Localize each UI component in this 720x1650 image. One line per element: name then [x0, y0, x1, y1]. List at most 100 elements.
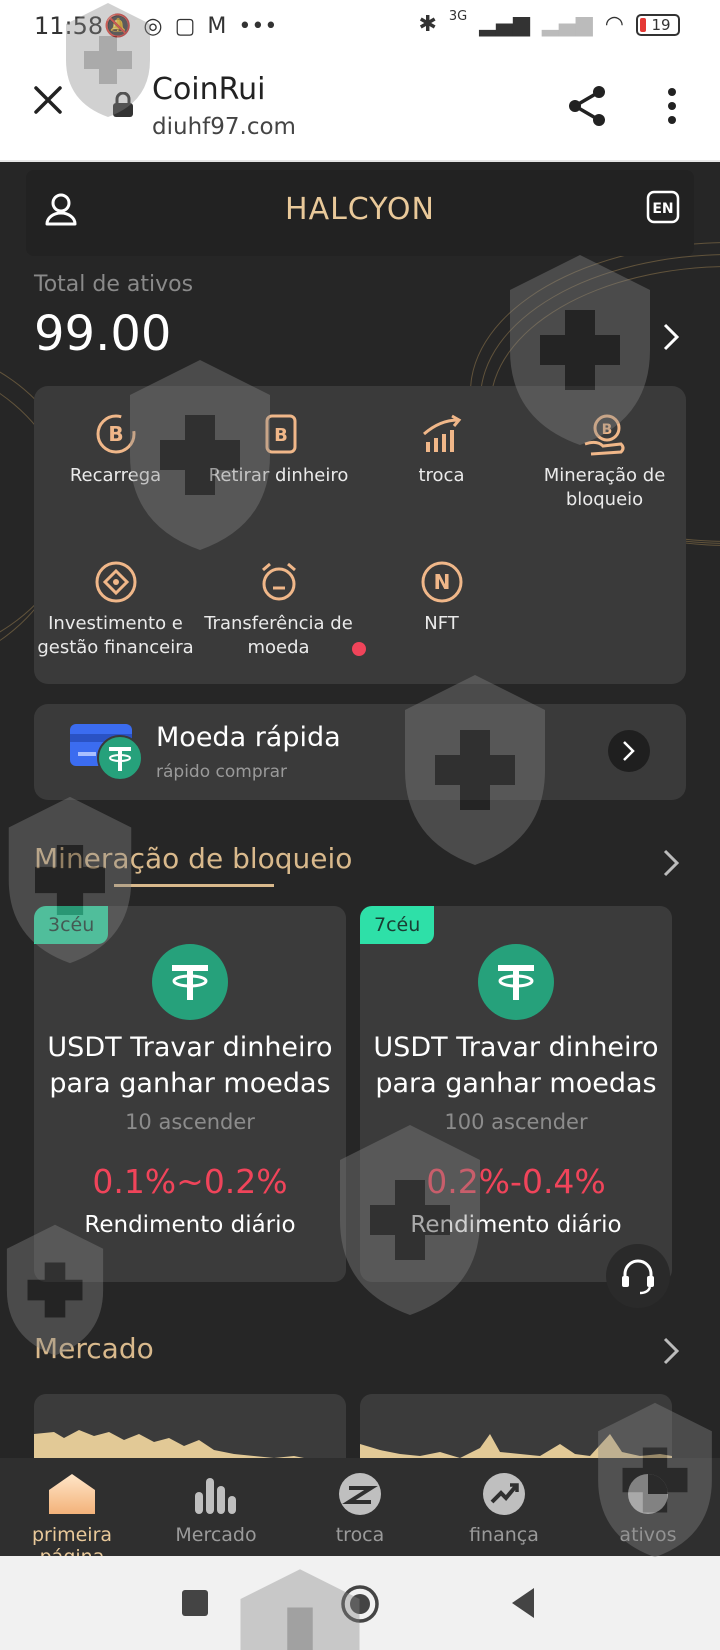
- signal-2-icon: ▂▄▆: [542, 12, 593, 37]
- card-tether-icon: [70, 724, 143, 781]
- tab-label: Mercado: [175, 1524, 257, 1546]
- action-label: NFT: [424, 613, 459, 634]
- battery-level: 19: [651, 15, 671, 34]
- status-time: 11:58: [34, 12, 104, 40]
- action-lock-mining[interactable]: B Mineração de bloqueio: [523, 410, 686, 512]
- mining-section-title: Mineração de bloqueio: [34, 842, 353, 875]
- svg-text:B: B: [274, 425, 288, 446]
- app-content: HALCYON EN Total de ativos 99.00 B Recar…: [0, 162, 720, 1458]
- market-chart-card[interactable]: [360, 1394, 672, 1458]
- whatsapp-icon: ◎: [143, 14, 163, 39]
- more-notifications-icon: •••: [238, 14, 278, 39]
- pie-chart-icon: [628, 1474, 668, 1514]
- svg-text:B: B: [601, 422, 612, 438]
- home-icon: [49, 1474, 95, 1514]
- app-header: HALCYON EN: [26, 170, 694, 256]
- svg-text:N: N: [433, 570, 450, 594]
- back-icon[interactable]: [508, 1586, 538, 1620]
- action-investment[interactable]: Investimento e gestão financeira: [34, 558, 197, 660]
- customer-support-button[interactable]: [606, 1244, 670, 1308]
- bell-off-icon: 🔕: [104, 14, 132, 39]
- mining-card-tag: 7céu: [360, 906, 435, 944]
- language-switch-icon[interactable]: EN: [646, 190, 680, 224]
- wifi-icon: ◠: [604, 12, 624, 37]
- action-label: Recarrega: [69, 465, 162, 486]
- app-brand-title: HALCYON: [285, 192, 435, 227]
- action-transfer[interactable]: Transferência de moeda: [197, 558, 360, 660]
- instagram-icon: ▢: [174, 14, 196, 39]
- bar-chart-icon: [195, 1478, 236, 1514]
- action-label: Retirar dinheiro: [208, 465, 349, 486]
- quick-coin-subtitle: rápido comprar: [156, 762, 288, 782]
- quick-actions-grid: B Recarrega B Retirar dinheiro troca B M…: [34, 386, 686, 684]
- tab-market[interactable]: Mercado: [144, 1458, 288, 1556]
- headset-icon: [622, 1259, 654, 1295]
- action-label: Transferência de moeda: [204, 613, 353, 658]
- home-button-icon[interactable]: [340, 1584, 380, 1624]
- site-url: diuhf97.com: [152, 114, 296, 140]
- notification-dot: [352, 642, 366, 656]
- mining-card-rate-label: Rendimento diário: [84, 1212, 296, 1238]
- gmail-icon: M: [207, 14, 227, 39]
- mining-card[interactable]: 3céu USDT Travar dinheiro para ganhar mo…: [34, 906, 346, 1282]
- exchange-icon: [339, 1473, 381, 1515]
- tab-label: troca: [335, 1524, 385, 1546]
- market-sparkline: [34, 1430, 334, 1458]
- chevron-right-icon[interactable]: [662, 322, 680, 352]
- total-assets-value: 99.00: [34, 306, 172, 362]
- tab-trade[interactable]: troca: [288, 1458, 432, 1556]
- bottom-tab-bar: primeira página Mercado troca finança at…: [0, 1458, 720, 1568]
- trend-up-icon: [483, 1473, 525, 1515]
- market-section-title: Mercado: [34, 1332, 154, 1365]
- close-icon[interactable]: [30, 82, 66, 118]
- site-name: CoinRui: [152, 72, 266, 107]
- signal-icon: ▂▄▆: [479, 12, 531, 37]
- action-withdraw[interactable]: B Retirar dinheiro: [197, 410, 360, 488]
- tether-icon: [152, 944, 228, 1020]
- tab-label: ativos: [619, 1524, 677, 1546]
- alarm-transfer-icon: [261, 562, 296, 601]
- recent-apps-icon[interactable]: [180, 1588, 210, 1618]
- chevron-right-icon[interactable]: [662, 1336, 680, 1366]
- system-navigation-bar: [0, 1556, 720, 1650]
- bitcoin-withdraw-icon: B: [265, 414, 296, 454]
- tab-label: finança: [469, 1524, 539, 1546]
- chevron-right-icon[interactable]: [662, 848, 680, 878]
- action-label: Mineração de bloqueio: [543, 465, 666, 510]
- market-sparkline: [360, 1434, 672, 1458]
- lock-icon: [113, 92, 133, 117]
- tab-assets[interactable]: ativos: [576, 1458, 720, 1556]
- battery-icon: 19: [636, 13, 680, 36]
- mining-card[interactable]: 7céu USDT Travar dinheiro para ganhar mo…: [360, 906, 672, 1282]
- tether-icon: [478, 944, 554, 1020]
- share-icon[interactable]: [566, 84, 610, 128]
- mining-card-rate-label: Rendimento diário: [410, 1212, 622, 1238]
- mining-card-name: USDT Travar dinheiro para ganhar moedas: [47, 1032, 333, 1099]
- svg-text:B: B: [108, 422, 123, 446]
- mining-card-minimum: 10 ascender: [125, 1110, 255, 1134]
- action-trade[interactable]: troca: [360, 410, 523, 488]
- nft-icon: N: [421, 561, 462, 603]
- action-nft[interactable]: N NFT: [360, 558, 523, 636]
- quick-coin-go-button[interactable]: [608, 730, 650, 772]
- diamond-circle-icon: [95, 561, 136, 603]
- action-recharge[interactable]: B Recarrega: [34, 410, 197, 488]
- mining-card-name: USDT Travar dinheiro para ganhar moedas: [373, 1032, 659, 1099]
- section-underline: [114, 884, 274, 887]
- market-chart-card[interactable]: [34, 1394, 346, 1458]
- quick-coin-title: Moeda rápida: [156, 722, 341, 753]
- notification-icons: 🔕 ◎ ▢ M •••: [104, 14, 277, 39]
- status-bar: 11:58 🔕 ◎ ▢ M ••• ✱ 3G ▂▄▆ ▂▄▆ ◠ 19: [0, 0, 720, 56]
- bitcoin-hand-icon: B: [584, 414, 624, 456]
- language-label: EN: [652, 201, 673, 217]
- mining-card-minimum: 100 ascender: [444, 1110, 588, 1134]
- quick-coin-banner[interactable]: Moeda rápida rápido comprar: [34, 704, 686, 800]
- mining-card-tag: 3céu: [34, 906, 109, 944]
- tab-finance[interactable]: finança: [432, 1458, 576, 1556]
- network-type-label: 3G: [448, 9, 468, 24]
- action-label: troca: [418, 465, 465, 486]
- mining-card-rate: 0.2%-0.4%: [426, 1162, 606, 1201]
- tab-home[interactable]: primeira página: [0, 1458, 144, 1568]
- more-options-icon[interactable]: [662, 84, 682, 128]
- system-icons: ✱ 3G ▂▄▆ ▂▄▆ ◠ 19: [418, 9, 680, 37]
